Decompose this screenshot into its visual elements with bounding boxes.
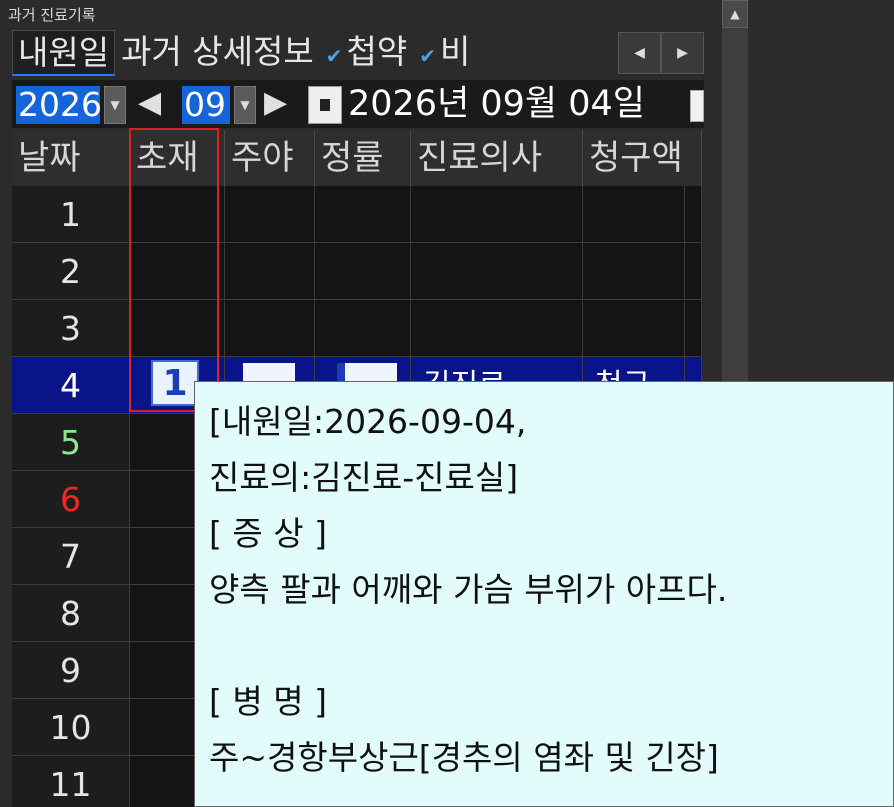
row-number-cell: 3 [12, 300, 130, 357]
col-doctor[interactable]: 진료의사 [411, 130, 583, 186]
tab-scroll: ◀ ▶ [618, 32, 704, 74]
row-number-cell: 11 [12, 756, 130, 807]
day-night-cell [225, 300, 315, 357]
scroll-up-button[interactable]: ▲ [722, 0, 748, 28]
tab-scroll-right-button[interactable]: ▶ [661, 32, 704, 74]
day-night-cell [225, 243, 315, 300]
row-number-cell: 1 [12, 186, 130, 243]
tab-scroll-left-button[interactable]: ◀ [618, 32, 661, 74]
claim-cell [583, 243, 685, 300]
fixed-rate-cell [315, 243, 411, 300]
row-number-cell: 6 [12, 471, 130, 528]
doctor-cell [411, 243, 583, 300]
prev-month-button[interactable]: ◀ [138, 84, 161, 122]
filler-cell [685, 243, 702, 300]
day-night-cell [225, 186, 315, 243]
col-date[interactable]: 날짜 [12, 130, 130, 186]
tooltip-doctor: 진료의:김진료-진료실] [209, 458, 519, 497]
chevron-down-icon: ▼ [240, 98, 250, 112]
table-header: 날짜 초재 주야 정률 진료의사 청구액 [12, 130, 702, 186]
tooltip-symptom-heading: [ 증 상 ] [209, 514, 327, 553]
col-day-night[interactable]: 주야 [225, 130, 315, 186]
month-select[interactable]: 09 [182, 86, 230, 124]
calendar-button[interactable] [308, 86, 342, 124]
date-picker-button[interactable] [690, 90, 704, 122]
chevron-down-icon: ▼ [110, 98, 120, 112]
table-row[interactable]: 3 [12, 300, 702, 357]
tab-non-covered[interactable]: ✔ 비 [413, 30, 476, 76]
fixed-rate-cell [315, 186, 411, 243]
tooltip-symptom: 양측 팔과 어깨와 가슴 부위가 아프다. [209, 570, 728, 609]
claim-cell [583, 300, 685, 357]
row-number-cell: 7 [12, 528, 130, 585]
date-bar: 2026 ▼ ◀ 09 ▼ ▶ 2026년 09월 04일 [12, 80, 704, 128]
calendar-icon [320, 99, 330, 111]
tooltip-visit-date: [내원일:2026-09-04, [209, 402, 527, 441]
claim-cell [583, 186, 685, 243]
year-select[interactable]: 2026 [16, 86, 102, 124]
window-title: 과거 진료기록 [8, 6, 96, 24]
check-icon: ✔ [419, 44, 437, 68]
tooltip-blank [209, 618, 893, 674]
tab-visit-date[interactable]: 내원일 [12, 30, 116, 76]
arrow-up-icon: ▲ [730, 7, 740, 21]
filler-cell [685, 300, 702, 357]
tab-non-covered-label: 비 [440, 32, 471, 71]
month-dropdown-button[interactable]: ▼ [234, 86, 256, 124]
tooltip-diagnosis: 주~경항부상근[경추의 염좌 및 긴장] [209, 738, 719, 777]
tab-herbal[interactable]: ✔ 첩약 [320, 30, 414, 76]
col-fixed-rate[interactable]: 정률 [315, 130, 411, 186]
row-number-cell: 4 [12, 357, 130, 414]
tab-herbal-label: 첩약 [346, 32, 408, 71]
tab-bar: 내원일 과거 상세정보 ✔ 첩약 ✔ 비 [12, 30, 618, 76]
doctor-cell [411, 300, 583, 357]
row-number-cell: 5 [12, 414, 130, 471]
col-claim[interactable]: 청구액 [583, 130, 702, 186]
fixed-rate-cell [315, 300, 411, 357]
year-dropdown-button[interactable]: ▼ [104, 86, 126, 124]
tooltip-diagnosis-heading: [ 병 명 ] [209, 682, 327, 721]
check-icon: ✔ [325, 44, 343, 68]
row-number-cell: 8 [12, 585, 130, 642]
doctor-cell [411, 186, 583, 243]
filler-cell [685, 186, 702, 243]
row-number-cell: 2 [12, 243, 130, 300]
tab-past-details[interactable]: 과거 상세정보 [115, 30, 320, 76]
table-row[interactable]: 2 [12, 243, 702, 300]
row-number-cell: 10 [12, 699, 130, 756]
visit-tooltip: [내원일:2026-09-04, 진료의:김진료-진료실] [ 증 상 ] 양측… [194, 381, 894, 807]
table-row[interactable]: 1 [12, 186, 702, 243]
highlight-box [129, 128, 219, 412]
selected-date: 2026년 09월 04일 [348, 84, 645, 124]
next-month-button[interactable]: ▶ [264, 84, 287, 122]
row-number-cell: 9 [12, 642, 130, 699]
